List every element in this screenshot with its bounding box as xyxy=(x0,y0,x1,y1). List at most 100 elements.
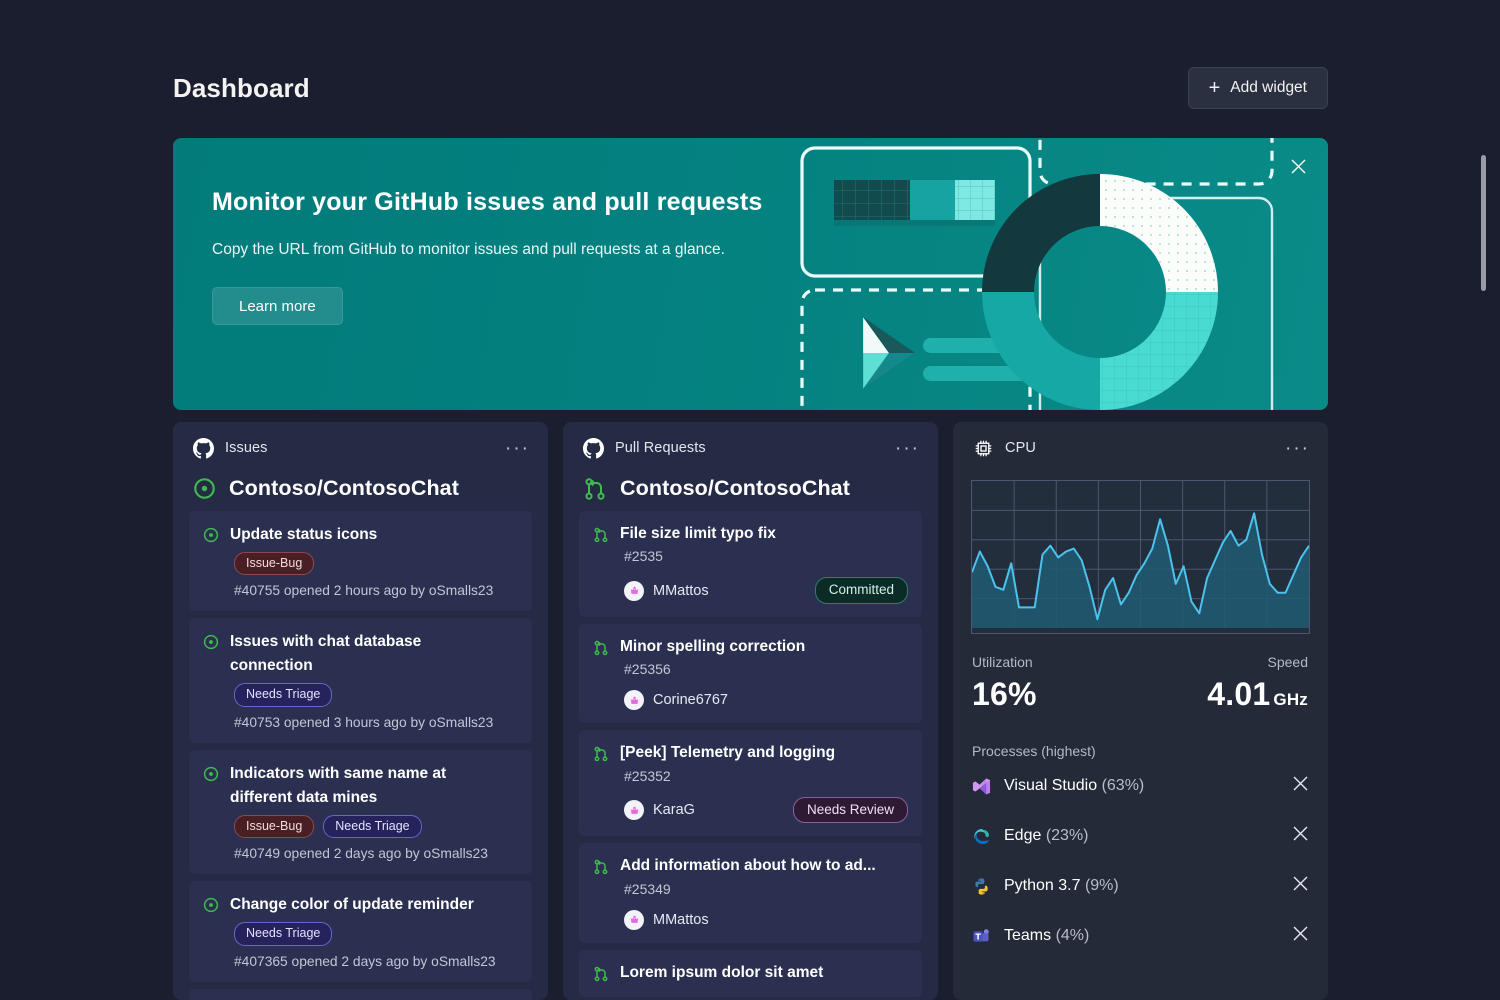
issue-labels: Needs Triage xyxy=(234,922,518,946)
list-item[interactable]: Python 3.7 (9%) xyxy=(953,861,1328,911)
speed-value-wrap: 4.01 GHz xyxy=(1207,676,1308,713)
list-item[interactable]: File size limit typo fix #2535 MMattos C… xyxy=(579,511,922,617)
status-badge: Needs Triage xyxy=(234,683,333,707)
processes-label: Processes (highest) xyxy=(972,743,1096,759)
process-percent: (4%) xyxy=(1055,927,1090,944)
pr-footer: Corine6767 xyxy=(624,690,908,711)
issues-repo-row: Contoso/ContosoChat xyxy=(173,474,548,511)
cpu-usage-chart xyxy=(971,480,1310,634)
pull-request-icon xyxy=(594,966,608,982)
banner-subtitle: Copy the URL from GitHub to monitor issu… xyxy=(212,241,725,258)
utilization-stat: Utilization 16% xyxy=(972,654,1037,713)
list-item[interactable]: Lorem ipsum dolor sit amet xyxy=(579,949,922,998)
cpu-widget-menu-icon[interactable]: ··· xyxy=(1285,439,1310,458)
close-icon[interactable] xyxy=(1292,775,1309,797)
pull-request-icon xyxy=(594,527,608,543)
cpu-widget-label: CPU xyxy=(1005,440,1036,456)
process-label: Edge xyxy=(1004,827,1042,844)
issue-title: Indicators with same name at different d… xyxy=(230,764,447,806)
list-item[interactable]: Teams (4%) xyxy=(953,911,1328,961)
issue-title: Issues with chat database connection xyxy=(230,633,422,675)
issue-meta: #40749 opened 2 days ago by oSmalls23 xyxy=(234,846,488,862)
widget-grid: Issues ··· Contoso/ContosoChat Update st… xyxy=(173,422,1328,1000)
avatar xyxy=(624,800,644,821)
process-name: Visual Studio (63%) xyxy=(1004,777,1144,795)
cpu-stats: Utilization 16% Speed 4.01 GHz xyxy=(953,634,1328,713)
issue-title: Change color of update reminder xyxy=(230,896,474,914)
pr-footer: MMattos xyxy=(624,909,908,930)
visual-studio-icon xyxy=(972,778,991,794)
pr-number: #25349 xyxy=(624,880,671,897)
learn-more-button[interactable]: Learn more xyxy=(212,287,343,325)
close-icon[interactable] xyxy=(1292,925,1309,947)
speed-stat: Speed 4.01 GHz xyxy=(1207,654,1308,713)
status-badge: Needs Triage xyxy=(323,814,422,839)
list-item[interactable]: Edge (23%) xyxy=(953,811,1328,861)
close-glyph xyxy=(1293,926,1308,941)
add-widget-button[interactable]: + Add widget xyxy=(1187,67,1328,109)
list-item[interactable]: Unable to launch the settings panel xyxy=(189,988,532,1000)
page-header: Dashboard + Add widget xyxy=(173,62,1328,114)
teams-icon xyxy=(973,928,989,942)
list-item[interactable]: Issues with chat database connection Nee… xyxy=(189,618,532,743)
utilization-value: 16% xyxy=(972,676,1037,712)
pull-request-icon xyxy=(585,477,605,500)
pr-user: Corine6767 xyxy=(653,692,728,709)
list-item[interactable]: Indicators with same name at different d… xyxy=(189,749,532,875)
issue-open-icon xyxy=(203,527,219,543)
pr-title-row: Lorem ipsum dolor sit amet xyxy=(593,962,908,984)
pull-request-icon xyxy=(594,747,608,762)
issues-repo-name: Contoso/ContosoChat xyxy=(229,476,460,500)
issues-widget-menu-icon[interactable]: ··· xyxy=(505,439,530,458)
list-item[interactable]: Minor spelling correction #25356 Corine6… xyxy=(579,623,922,724)
list-item[interactable]: Change color of update reminder Needs Tr… xyxy=(189,881,532,982)
speed-label: Speed xyxy=(1267,654,1308,670)
issue-title: Update status icons xyxy=(230,526,378,543)
issue-meta: #407365 opened 2 days ago by oSmalls23 xyxy=(234,953,496,969)
pr-title-row: Minor spelling correction xyxy=(593,636,908,658)
close-glyph xyxy=(1293,826,1308,841)
pr-footer: KaraG Needs Review xyxy=(624,796,908,824)
process-name: Teams (4%) xyxy=(1004,927,1089,945)
list-item[interactable]: [Peek] Telemetry and logging #25352 Kara… xyxy=(579,730,922,837)
process-name: Python 3.7 (9%) xyxy=(1004,877,1119,895)
pr-user: KaraG xyxy=(653,802,695,819)
close-icon[interactable] xyxy=(1282,150,1314,182)
status-badge: Needs Review xyxy=(792,796,908,824)
prs-repo-name: Contoso/ContosoChat xyxy=(620,476,851,500)
issue-title-row: Update status icons xyxy=(203,523,518,547)
avatar-glyph xyxy=(630,806,638,814)
issue-open-icon xyxy=(194,478,215,499)
pr-user: MMattos xyxy=(653,911,709,928)
pr-number: #25352 xyxy=(624,767,671,784)
pr-title: Minor spelling correction xyxy=(620,637,806,655)
cpu-widget-header: CPU ··· xyxy=(953,422,1328,474)
status-badge: Issue-Bug xyxy=(234,814,315,839)
avatar-glyph xyxy=(630,586,638,595)
speed-value: 4.01 xyxy=(1207,676,1271,712)
scrollbar[interactable] xyxy=(1481,0,1495,1000)
process-percent: (23%) xyxy=(1045,827,1089,844)
add-widget-label: Add widget xyxy=(1230,79,1307,96)
github-promo-banner: Monitor your GitHub issues and pull requ… xyxy=(173,138,1328,410)
pull-requests-widget: Pull Requests ··· Contoso/ContosoChat Fi… xyxy=(563,422,938,1000)
pr-title-row: [Peek] Telemetry and logging xyxy=(593,742,908,764)
close-icon[interactable] xyxy=(1292,875,1309,897)
prs-widget-menu-icon[interactable]: ··· xyxy=(895,439,920,458)
pull-request-icon xyxy=(594,640,608,656)
list-item[interactable]: Add information about how to ad... #2534… xyxy=(579,843,922,943)
close-icon[interactable] xyxy=(1292,825,1309,847)
list-item[interactable]: Update status icons Issue-Bug #40755 ope… xyxy=(189,511,532,612)
process-percent: (63%) xyxy=(1101,777,1145,794)
issues-widget-header: Issues ··· xyxy=(173,422,548,474)
prs-widget-header: Pull Requests ··· xyxy=(563,422,938,474)
scrollbar-thumb[interactable] xyxy=(1481,155,1486,291)
issue-meta: #40753 opened 3 hours ago by oSmalls23 xyxy=(234,714,494,730)
list-item[interactable]: Visual Studio (63%) xyxy=(953,761,1328,811)
cpu-widget: CPU ··· Utilization 16% Speed 4.01 GHz P… xyxy=(953,422,1328,1000)
banner-title: Monitor your GitHub issues and pull requ… xyxy=(212,188,763,216)
pr-number: #25356 xyxy=(624,661,671,678)
python-icon xyxy=(975,877,988,895)
process-name: Edge (23%) xyxy=(1004,827,1089,845)
banner-illustration xyxy=(800,138,1274,410)
